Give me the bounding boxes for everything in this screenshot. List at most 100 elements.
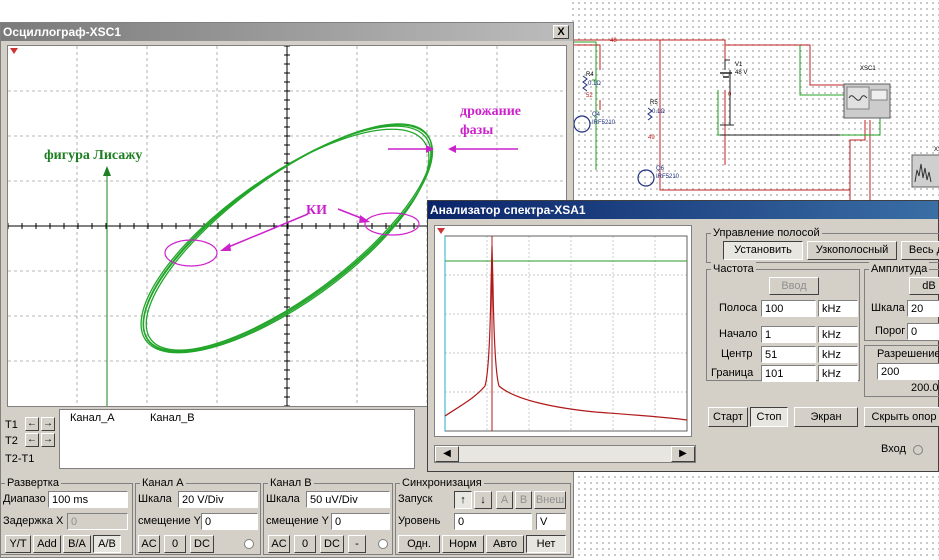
channel-b-offset-field[interactable]: 0: [331, 513, 390, 530]
spectrum-analyzer-window: Анализатор спектра-XSA1 ◀ ▶ Управление п…: [427, 200, 939, 472]
channel-b-zero-button[interactable]: 0: [294, 535, 316, 553]
mode-add-button[interactable]: Add: [33, 535, 61, 553]
frequency-group: Частота Ввод Полоса 100 kHz Начало 1 kHz…: [706, 262, 860, 382]
trigger-level-unit[interactable]: V: [536, 513, 566, 530]
offset-label: смещение Y: [138, 515, 201, 527]
cursor-t1-left-button[interactable]: ←: [25, 417, 39, 431]
cursor-t2-left-button[interactable]: ←: [25, 433, 39, 447]
set-band-button[interactable]: Установить: [723, 241, 803, 260]
part-label: Q6: [656, 166, 665, 172]
delay-field[interactable]: 0: [67, 513, 128, 530]
band-control-group: Управление полосой Установить Узкополосн…: [706, 226, 939, 263]
trigger-group: Синхронизация Запуск ↑ ↓ A B Внеш Уровен…: [395, 476, 571, 555]
cursor-t2-label: T2: [5, 435, 18, 447]
group-title: Канал B: [268, 476, 314, 490]
channel-b-radio[interactable]: [378, 539, 388, 549]
full-band-button[interactable]: Весь д: [901, 241, 939, 260]
trigger-normal-button[interactable]: Норм: [442, 535, 484, 553]
span-unit[interactable]: kHz: [818, 300, 858, 317]
display-button[interactable]: Экран: [794, 407, 858, 427]
oscilloscope-titlebar[interactable]: Осциллограф-XSC1: [1, 23, 573, 41]
range-label: Диапазо: [3, 493, 46, 505]
db-button[interactable]: dB: [909, 277, 939, 295]
channel-a-zero-button[interactable]: 0: [164, 535, 186, 553]
end-freq-field[interactable]: 101: [761, 365, 816, 382]
falling-edge-button[interactable]: ↓: [474, 491, 492, 509]
scale-label: Шкала: [138, 493, 172, 505]
part-label: V1: [735, 62, 743, 68]
end-freq-label: Граница: [711, 367, 754, 379]
spectrum-screen[interactable]: [434, 225, 692, 437]
mode-ab-button[interactable]: A/B: [93, 535, 121, 553]
close-button[interactable]: X: [553, 25, 569, 39]
enter-button[interactable]: Ввод: [769, 277, 819, 295]
channel-b-ac-button[interactable]: AC: [268, 535, 290, 553]
timebase-group: Развертка Диапазо 100 ms Задержка X 0 Y/…: [0, 476, 133, 555]
channel-b-scale-field[interactable]: 50 uV/Div: [306, 491, 390, 508]
start-freq-unit[interactable]: kHz: [818, 326, 858, 343]
trigger-level-field[interactable]: 0: [454, 513, 532, 530]
resolution-group: Разрешение 200 200.0: [864, 345, 939, 397]
trigger-none-button[interactable]: Нет: [526, 535, 566, 553]
channel-a-offset-field[interactable]: 0: [201, 513, 258, 530]
resolution-label: Разрешение: [877, 348, 939, 360]
ki-annotation: КИ: [306, 203, 328, 218]
end-freq-unit[interactable]: kHz: [818, 365, 858, 382]
net-label: 52: [586, 93, 593, 99]
cursor-panel: T1 ← → T2 ← → T2-T1: [3, 417, 59, 467]
group-title: Частота: [711, 262, 756, 276]
net-label: 49: [648, 135, 655, 141]
span-field[interactable]: 100: [761, 300, 816, 317]
spectrum-titlebar[interactable]: Анализатор спектра-XSA1: [428, 201, 938, 219]
timebase-range-field[interactable]: 100 ms: [48, 491, 128, 508]
hide-reference-button[interactable]: Скрыть опор: [864, 407, 939, 427]
channel-b-group: Канал B Шкала 50 uV/Div смещение Y 0 AC …: [263, 476, 393, 555]
center-freq-field[interactable]: 51: [761, 346, 816, 363]
part-label: XSC1: [860, 66, 876, 72]
spectrum-scrollbar[interactable]: ◀ ▶: [434, 445, 696, 463]
group-title: Синхронизация: [400, 476, 484, 490]
part-value: 0.1Ω: [588, 81, 601, 87]
cursor-t2-right-button[interactable]: →: [41, 433, 55, 447]
trigger-external-button[interactable]: Внеш: [534, 491, 566, 509]
cursor-t1-right-button[interactable]: →: [41, 417, 55, 431]
trigger-auto-button[interactable]: Авто: [486, 535, 524, 553]
amp-scale-label: Шкала: [871, 302, 905, 314]
channel-a-group: Канал A Шкала 20 V/Div смещение Y 0 AC 0…: [135, 476, 261, 555]
stop-button[interactable]: Стоп: [750, 407, 788, 427]
scroll-right-button[interactable]: ▶: [671, 446, 695, 462]
delay-label: Задержка X: [3, 515, 64, 527]
trigger-source-a-button[interactable]: A: [496, 491, 513, 509]
channel-a-dc-button[interactable]: DC: [190, 535, 214, 553]
mode-yt-button[interactable]: Y/T: [5, 535, 31, 553]
part-label: R5: [650, 100, 658, 106]
rising-edge-button[interactable]: ↑: [454, 491, 472, 509]
cursor-t1-label: T1: [5, 419, 18, 431]
center-freq-label: Центр: [721, 348, 753, 360]
mode-ba-button[interactable]: B/A: [63, 535, 91, 553]
trigger-single-button[interactable]: Одн.: [398, 535, 440, 553]
start-freq-label: Начало: [719, 328, 758, 340]
amp-scale-field[interactable]: 20: [907, 300, 939, 317]
scroll-left-button[interactable]: ◀: [435, 446, 459, 462]
threshold-field[interactable]: 0: [907, 323, 939, 340]
channel-b-invert-button[interactable]: -: [348, 535, 366, 553]
start-freq-field[interactable]: 1: [761, 326, 816, 343]
cursor-delta-label: T2-T1: [5, 453, 35, 465]
group-title: Управление полосой: [711, 226, 822, 240]
start-button[interactable]: Старт: [708, 407, 748, 427]
narrowband-button[interactable]: Узкополосный: [807, 241, 897, 260]
channel-a-radio[interactable]: [244, 539, 254, 549]
center-freq-unit[interactable]: kHz: [818, 346, 858, 363]
channel-a-ac-button[interactable]: AC: [138, 535, 160, 553]
resolution-field[interactable]: 200: [877, 363, 939, 380]
phase-jitter-annotation: фазы: [460, 123, 494, 138]
input-terminal-icon[interactable]: [913, 445, 923, 455]
channel-b-dc-button[interactable]: DC: [320, 535, 344, 553]
window-title: Анализатор спектра-XSA1: [430, 203, 586, 217]
readout-header-a: Канал_A: [70, 412, 115, 424]
part-label: Q4: [592, 112, 601, 118]
trigger-source-b-button[interactable]: B: [515, 491, 532, 509]
amplitude-group: Амплитуда dB Шкала 20 Порог 0: [864, 262, 939, 341]
channel-a-scale-field[interactable]: 20 V/Div: [178, 491, 258, 508]
